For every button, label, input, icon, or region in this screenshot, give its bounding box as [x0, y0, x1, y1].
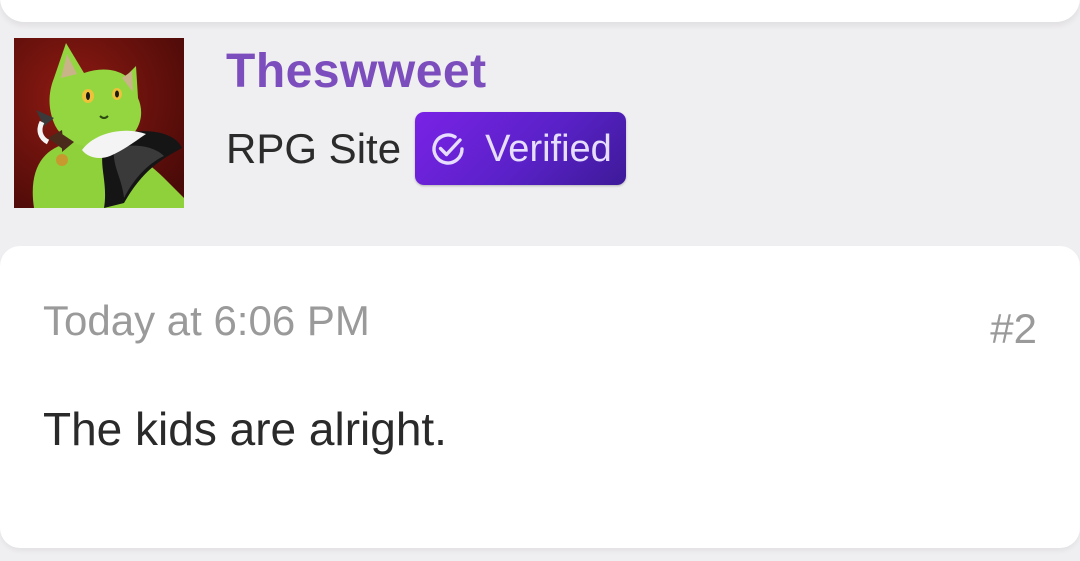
- badge-label: Verified: [485, 127, 612, 170]
- post-number-link[interactable]: #2: [990, 304, 1037, 354]
- previous-post-card: [0, 0, 1080, 22]
- post-timestamp-link[interactable]: Today at 6:06 PM: [43, 296, 370, 346]
- thread-page: Theswweet RPG Site Verified Today at 6:0…: [0, 0, 1080, 561]
- avatar[interactable]: [14, 38, 184, 208]
- author-meta: Theswweet RPG Site Verified: [226, 38, 626, 185]
- green-cat-avatar-icon: [14, 38, 184, 208]
- post-body-text: The kids are alright.: [43, 403, 447, 455]
- post-author-header: Theswweet RPG Site Verified: [14, 38, 626, 208]
- user-title-line: RPG Site Verified: [226, 112, 626, 185]
- post-card: [0, 246, 1080, 548]
- check-circle-icon: [432, 132, 464, 165]
- user-title: RPG Site: [226, 124, 402, 172]
- verified-badge[interactable]: Verified: [415, 112, 626, 185]
- username-link[interactable]: Theswweet: [226, 44, 626, 100]
